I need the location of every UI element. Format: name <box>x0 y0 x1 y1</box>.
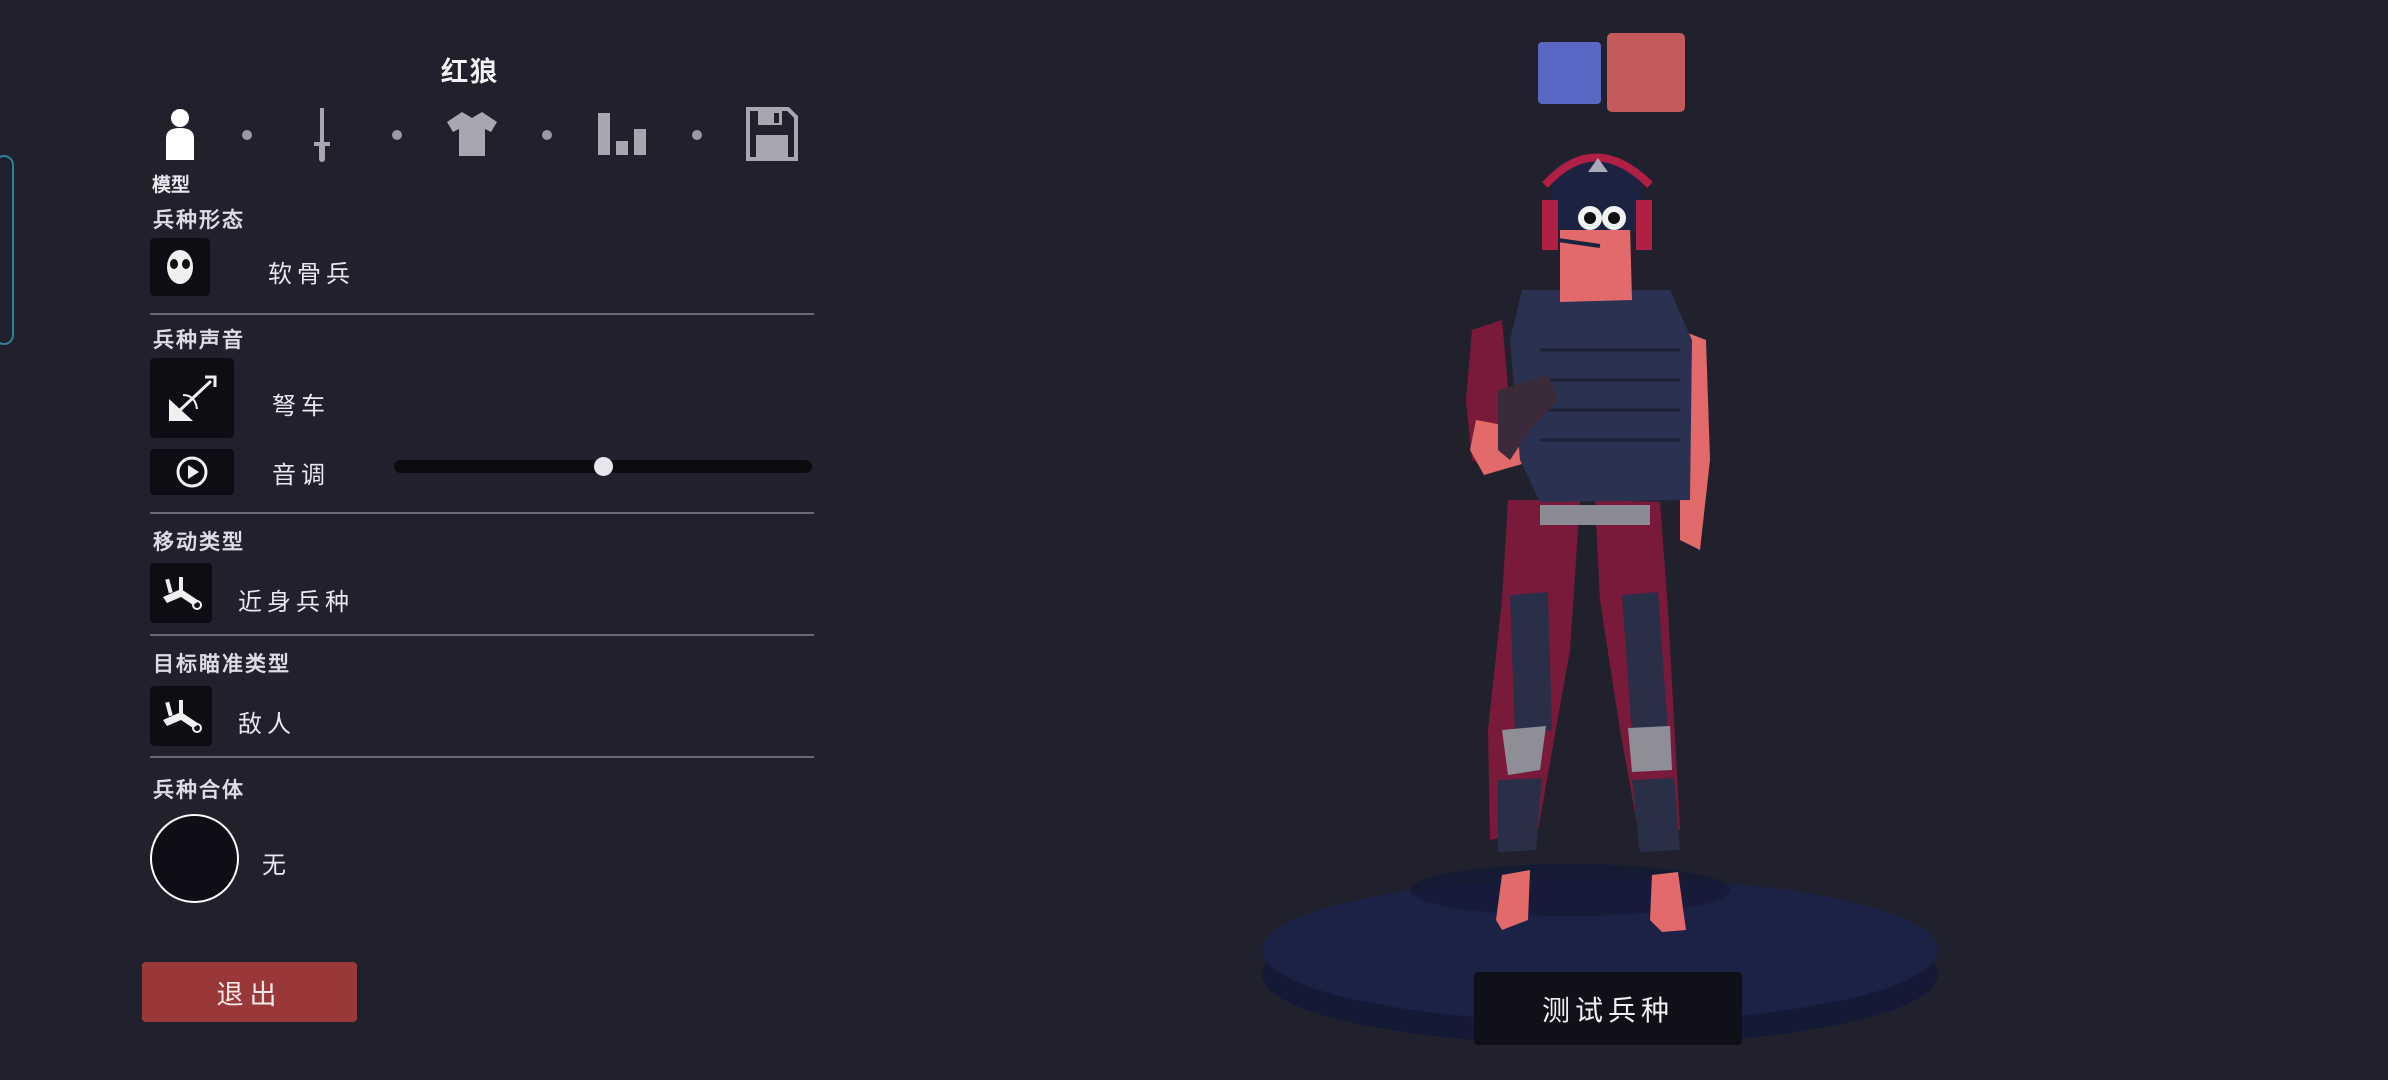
exit-button[interactable]: 退出 <box>142 962 357 1022</box>
stats-icon <box>598 113 646 155</box>
red-wolf-unit-model <box>1466 153 1710 932</box>
play-voice-button[interactable] <box>150 449 234 495</box>
unit-preview[interactable] <box>1240 130 1960 1070</box>
unit-name-title[interactable]: 红狼 <box>430 50 510 89</box>
skull-mask-icon <box>167 250 193 284</box>
pitch-slider[interactable] <box>394 457 812 476</box>
save-icon <box>746 107 798 161</box>
ballista-icon <box>169 375 217 421</box>
section-divider <box>150 313 814 315</box>
tab-weapons[interactable] <box>292 104 352 164</box>
section-divider <box>150 634 814 636</box>
tab-separator-dot <box>542 130 552 140</box>
sword-icon <box>314 108 330 162</box>
side-panel-tab[interactable] <box>0 155 14 345</box>
category-tabs <box>150 104 800 164</box>
team-color-red-swatch[interactable] <box>1607 33 1685 112</box>
person-icon <box>166 109 194 160</box>
movement-type-button[interactable] <box>150 563 212 623</box>
voice-title: 兵种声音 <box>153 328 245 352</box>
voice-value: 弩车 <box>272 392 330 420</box>
unit-creator-screen: 红狼 模型 兵种形态 软骨兵 兵种声音 弩车 音调 移动类型 近身兵种 目标瞄准… <box>0 0 2388 1080</box>
combine-title: 兵种合体 <box>153 778 245 802</box>
test-unit-button[interactable]: 测试兵种 <box>1474 972 1742 1045</box>
movement-type-value: 近身兵种 <box>238 588 354 616</box>
combine-value: 无 <box>262 851 291 879</box>
tab-model[interactable] <box>150 104 210 164</box>
combine-unit-slot[interactable] <box>150 814 239 903</box>
section-divider <box>150 512 814 514</box>
tab-separator-dot <box>242 130 252 140</box>
tab-separator-dot <box>392 130 402 140</box>
tab-stats[interactable] <box>592 104 652 164</box>
fallen-unit-icon <box>163 577 202 610</box>
pitch-slider-handle[interactable] <box>593 457 613 476</box>
body-type-title: 兵种形态 <box>153 208 245 232</box>
targeting-type-button[interactable] <box>150 686 212 746</box>
tab-separator-dot <box>692 130 702 140</box>
active-tab-caption: 模型 <box>152 174 191 196</box>
play-icon <box>176 456 208 488</box>
tab-clothing[interactable] <box>442 104 502 164</box>
team-color-blue-swatch[interactable] <box>1538 42 1601 104</box>
targeting-type-value: 敌人 <box>238 710 296 738</box>
tab-save[interactable] <box>742 104 802 164</box>
shirt-icon <box>447 112 497 156</box>
body-type-button[interactable] <box>150 238 210 296</box>
section-divider <box>150 756 814 758</box>
pitch-label: 音调 <box>272 461 330 489</box>
voice-button[interactable] <box>150 358 234 438</box>
fallen-unit-icon <box>163 700 202 733</box>
movement-title: 移动类型 <box>153 530 245 554</box>
targeting-title: 目标瞄准类型 <box>153 652 291 676</box>
body-type-value: 软骨兵 <box>268 260 355 288</box>
